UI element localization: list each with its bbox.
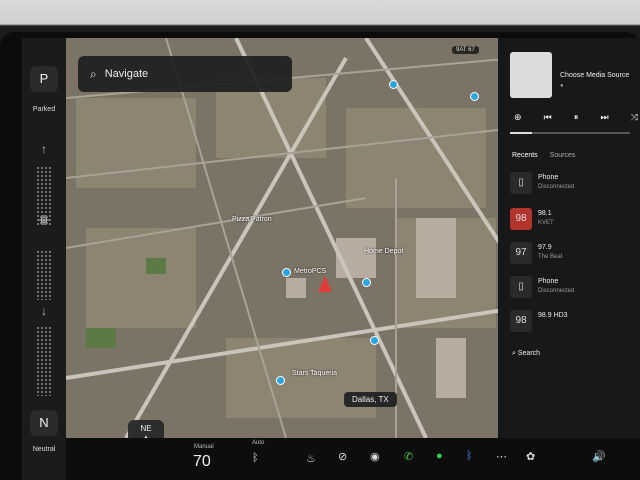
cabin-temperature[interactable]: 70 — [193, 453, 211, 471]
gear-status-label: Parked — [32, 106, 56, 113]
phone-app-icon[interactable]: ✆ — [404, 450, 413, 463]
camera-icon[interactable]: ◉ — [370, 450, 380, 463]
recent-item[interactable]: 98 98.9 HD3 — [510, 310, 636, 340]
tab-sources[interactable]: Sources — [550, 152, 576, 159]
navigate-search-bar[interactable]: ⌕ Navigate — [78, 56, 292, 92]
touchscreen: P Parked ↑ ⛯ ↓ N Neutral ⌕ Navigate 9AT … — [22, 38, 640, 480]
map-poi-pin[interactable] — [370, 336, 379, 345]
media-source-indicator: ● — [560, 83, 564, 89]
recent-item[interactable]: ▯ Phone Disconnected — [510, 172, 636, 202]
shuffle-icon[interactable]: ⤨ — [631, 112, 638, 123]
apps-launcher-icon[interactable]: ✿ — [526, 450, 535, 463]
playback-progress-bar[interactable] — [510, 132, 630, 134]
satellite-map[interactable]: ⌕ Navigate 9AT 67 Pizza Patron MetroPCS … — [66, 38, 516, 438]
recent-item-sub: Disconnected — [538, 288, 575, 294]
map-poi-pin[interactable] — [276, 376, 285, 385]
gear-slider-track-lower[interactable] — [36, 250, 52, 300]
recent-item-sub: The Beat — [538, 254, 563, 260]
pause-icon[interactable]: ⏸ — [574, 112, 579, 123]
gear-park-button[interactable]: P — [30, 66, 58, 92]
recent-item[interactable]: 97 97.9 The Beat — [510, 242, 636, 272]
recent-item-sub: Disconnected — [538, 184, 575, 190]
gear-slider-track-bottom[interactable] — [36, 326, 52, 396]
media-tabs: Recents Sources — [512, 152, 575, 159]
map-poi-label: MetroPCS — [294, 268, 327, 275]
phone-icon: ▯ — [510, 276, 532, 298]
progress-fill — [510, 132, 532, 134]
bottom-dock: Manual 70 ᛒ Auto ♨ ⊘ ◉ ✆ ● ᛒ ⋯ ✿ 🔊 — [66, 438, 640, 480]
more-apps-icon[interactable]: ⋯ — [496, 450, 507, 463]
defrost-icon[interactable]: ⊘ — [338, 450, 347, 463]
recent-item-name: 97.9 — [538, 244, 552, 251]
current-city-chip: Dallas, TX — [344, 392, 397, 407]
media-search-button[interactable]: ⌕ Search — [512, 350, 540, 358]
album-art[interactable] — [510, 52, 552, 98]
gear-up-arrow-icon[interactable]: ↑ — [36, 142, 52, 156]
recent-item-name: 98.1 — [538, 210, 552, 217]
tab-recents[interactable]: Recents — [512, 152, 538, 159]
map-poi-label: Stars Taqueria — [292, 370, 338, 377]
gear-selector: P Parked ↑ ⛯ ↓ N Neutral — [22, 38, 66, 480]
compass-button[interactable]: NE ▲ — [128, 420, 164, 438]
map-poi-pin[interactable] — [282, 268, 291, 277]
climate-mode-label: Manual — [194, 444, 214, 450]
radio-logo-icon: 97 — [510, 242, 532, 264]
recent-item-name: 98.9 HD3 — [538, 312, 568, 319]
gear-neutral-button[interactable]: N — [30, 410, 58, 436]
recent-item[interactable]: 98 98.1 KVET — [510, 208, 636, 238]
playback-controls: ⊕ ⏮ ⏸ ⏭ ⤨ — [514, 112, 638, 123]
media-player-panel: Choose Media Source ● ⊕ ⏮ ⏸ ⏭ ⤨ Recents … — [498, 38, 640, 438]
previous-track-icon[interactable]: ⏮ — [544, 112, 552, 123]
radio-logo-icon: 98 — [510, 208, 532, 230]
compass-heading: NE — [140, 424, 152, 433]
radio-logo-icon: 98 — [510, 310, 532, 332]
climate-fan-icon[interactable]: ᛒ — [252, 452, 259, 464]
media-source-title[interactable]: Choose Media Source — [560, 72, 629, 79]
navigate-placeholder: Navigate — [104, 68, 149, 80]
map-poi-pin[interactable] — [389, 80, 398, 89]
map-poi-pin[interactable] — [362, 278, 371, 287]
map-poi-pin[interactable] — [470, 92, 479, 101]
climate-auto-label: Auto — [252, 440, 265, 446]
spotify-icon[interactable]: ● — [436, 450, 443, 462]
search-icon: ⌕ — [90, 66, 97, 81]
recent-item-name: Phone — [538, 174, 559, 181]
gear-neutral-label: Neutral — [32, 446, 56, 453]
bluetooth-icon[interactable]: ᛒ — [466, 450, 473, 462]
map-poi-label: Home Depot — [364, 248, 404, 255]
map-streets — [66, 38, 516, 438]
gear-down-arrow-icon[interactable]: ↓ — [36, 304, 52, 318]
recent-item-name: Phone — [538, 278, 559, 285]
map-status-chip: 9AT 67 — [452, 46, 479, 54]
volume-icon[interactable]: 🔊 — [592, 450, 606, 463]
map-poi-label: Pizza Patron — [232, 216, 272, 223]
phone-icon: ▯ — [510, 172, 532, 194]
recent-item[interactable]: ▯ Phone Disconnected — [510, 276, 636, 306]
car-icon: ⛯ — [38, 212, 50, 228]
add-favorite-icon[interactable]: ⊕ — [514, 112, 522, 123]
vehicle-location-arrow-icon — [318, 276, 332, 292]
seat-heater-icon[interactable]: ♨ — [306, 452, 316, 465]
media-search-label: Search — [517, 350, 541, 357]
recent-item-sub: KVET — [538, 220, 554, 226]
next-track-icon[interactable]: ⏭ — [601, 112, 609, 123]
